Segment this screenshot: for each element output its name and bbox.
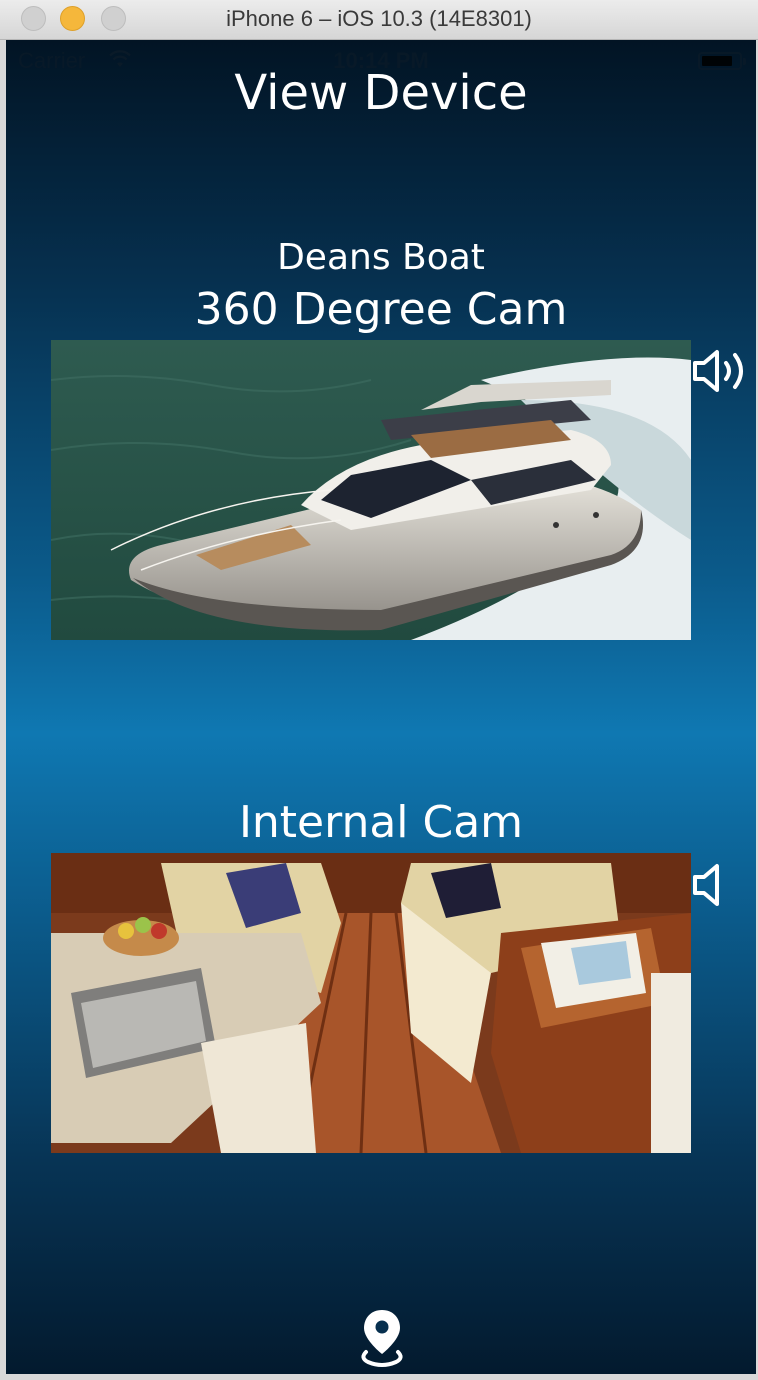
- camera-label-internal: Internal Cam: [238, 797, 524, 848]
- page-title: View Device: [234, 65, 528, 121]
- speaker-muted-icon[interactable]: [691, 862, 751, 908]
- camera-label-360: 360 Degree Cam: [194, 284, 568, 335]
- simulator-screen: Carrier 10:14 PM View Device Deans Boat …: [6, 40, 756, 1374]
- device-name: Deans Boat: [277, 237, 485, 278]
- camera-feed-360[interactable]: [51, 340, 691, 640]
- camera-feed-internal[interactable]: [51, 853, 691, 1153]
- location-pin-icon[interactable]: [358, 1308, 406, 1368]
- window-title: iPhone 6 – iOS 10.3 (14E8301): [226, 6, 532, 31]
- window-titlebar: iPhone 6 – iOS 10.3 (14E8301): [0, 0, 758, 40]
- speaker-on-icon[interactable]: [691, 348, 751, 394]
